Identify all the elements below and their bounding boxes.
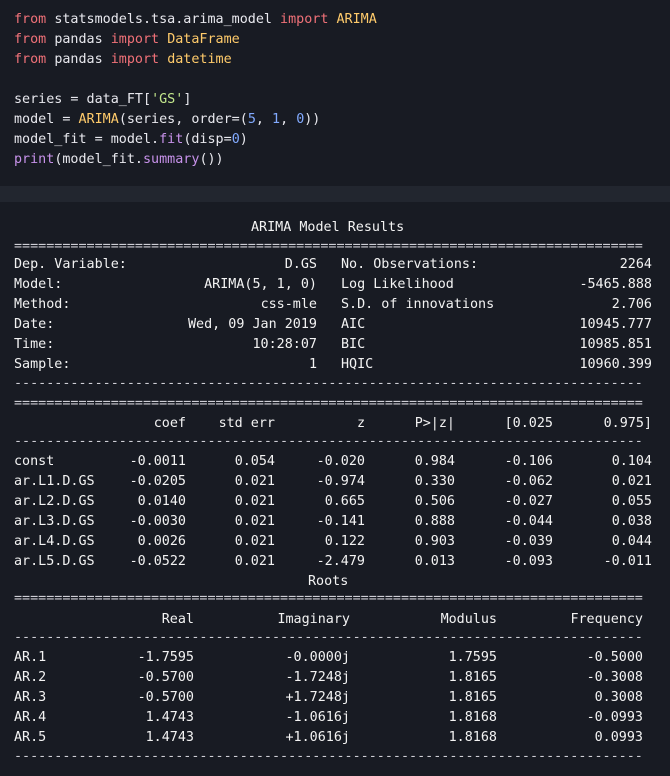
code-text: , — [255, 112, 272, 127]
info-value-left: 1 — [308, 357, 317, 372]
import-name: ARIMA — [336, 12, 377, 27]
code-line-3: from pandas import datetime — [14, 50, 232, 70]
code-line-1: from statsmodels.tsa.arima_model import … — [14, 10, 377, 30]
keyword-from: from — [14, 32, 47, 47]
info-value-left: 10:28:07 — [252, 337, 318, 352]
separator-dashes: ----------------------------------------… — [14, 377, 643, 391]
info-value-right: 10960.399 — [579, 357, 652, 372]
code-text: model = — [14, 112, 79, 127]
info-label-left: Sample: — [14, 357, 71, 372]
coef-cell: 0.044 — [611, 534, 652, 549]
coef-column-header: 0.975] — [603, 416, 652, 431]
keyword-import: import — [110, 32, 160, 47]
separator-dashes: ----------------------------------------… — [14, 631, 643, 645]
info-label-left: Model: — [14, 277, 63, 292]
info-value-right: 2.706 — [611, 297, 652, 312]
roots-cell: 0.3008 — [594, 690, 643, 705]
import-name: DataFrame — [167, 32, 240, 47]
code-line-4: series = data_FT['GS'] — [14, 90, 191, 110]
function-name: print — [14, 152, 55, 167]
code-text: ) — [239, 132, 248, 147]
info-value-right: 10985.851 — [579, 337, 652, 352]
info-label-right: AIC — [341, 317, 366, 332]
info-value-left: css-mle — [260, 297, 317, 312]
info-label-left: Method: — [14, 297, 71, 312]
separator-equals: ========================================… — [14, 240, 643, 254]
keyword-from: from — [14, 12, 47, 27]
import-name: datetime — [167, 52, 232, 67]
info-label-right: HQIC — [341, 357, 374, 372]
module-name: statsmodels.tsa.arima_model — [54, 12, 272, 27]
string-literal: 'GS' — [151, 92, 184, 107]
keyword-import: import — [110, 52, 160, 67]
roots-cell: -0.5000 — [586, 650, 643, 665]
info-value-left: Wed, 09 Jan 2019 — [188, 317, 317, 332]
number-literal: 0 — [231, 132, 240, 147]
cell-divider — [0, 186, 670, 202]
roots-cell: 0.0993 — [594, 730, 643, 745]
number-literal: 1 — [272, 112, 281, 127]
roots-title: Roots — [308, 574, 349, 589]
info-value-left: ARIMA(5, 1, 0) — [204, 277, 317, 292]
info-value-right: 2264 — [619, 257, 652, 272]
info-label-right: Log Likelihood — [341, 277, 454, 292]
code-text: series = data_FT[ — [14, 92, 152, 107]
separator-equals: ========================================… — [14, 397, 643, 411]
separator-equals: ========================================… — [14, 592, 643, 606]
roots-cell: -0.3008 — [586, 670, 643, 685]
coef-cell: -0.011 — [603, 554, 652, 569]
code-text: (series, order=( — [118, 112, 248, 127]
code-line-7: print(model_fit.summary()) — [14, 150, 224, 170]
function-name: ARIMA — [78, 112, 119, 127]
code-line-2: from pandas import DataFrame — [14, 30, 240, 50]
code-cell[interactable]: from statsmodels.tsa.arima_model import … — [0, 0, 670, 186]
module-name: pandas — [54, 32, 103, 47]
separator-dashes: ----------------------------------------… — [14, 435, 643, 449]
separator-dashes: ----------------------------------------… — [14, 750, 643, 764]
code-text: ] — [183, 92, 192, 107]
info-value-right: -5465.888 — [579, 277, 652, 292]
coef-cell: 0.038 — [611, 514, 652, 529]
code-text: model_fit = model. — [14, 132, 160, 147]
output-cell: ARIMA Model Results ====================… — [0, 202, 670, 776]
code-text: ()) — [199, 152, 224, 167]
module-name: pandas — [54, 52, 103, 67]
roots-column-header: Frequency — [570, 612, 643, 627]
code-line-6: model_fit = model.fit(disp=0) — [14, 130, 248, 150]
method-name: summary — [143, 152, 200, 167]
number-literal: 5 — [247, 112, 256, 127]
method-name: fit — [159, 132, 184, 147]
info-label-left: Date: — [14, 317, 55, 332]
info-label-right: BIC — [341, 337, 366, 352]
info-value-left: D.GS — [284, 257, 317, 272]
coef-cell: 0.055 — [611, 494, 652, 509]
code-text: , — [280, 112, 297, 127]
code-text: (disp= — [183, 132, 232, 147]
info-value-right: 10945.777 — [579, 317, 652, 332]
code-text: )) — [304, 112, 321, 127]
keyword-import: import — [280, 12, 329, 27]
coef-cell: 0.021 — [611, 474, 652, 489]
info-label-left: Time: — [14, 337, 55, 352]
coef-cell: 0.104 — [611, 454, 652, 469]
summary-title: ARIMA Model Results — [251, 220, 405, 235]
roots-cell: -0.0993 — [586, 710, 643, 725]
keyword-from: from — [14, 52, 47, 67]
info-label-left: Dep. Variable: — [14, 257, 127, 272]
code-text: (model_fit. — [54, 152, 143, 167]
code-line-5: model = ARIMA(series, order=(5, 1, 0)) — [14, 110, 320, 130]
